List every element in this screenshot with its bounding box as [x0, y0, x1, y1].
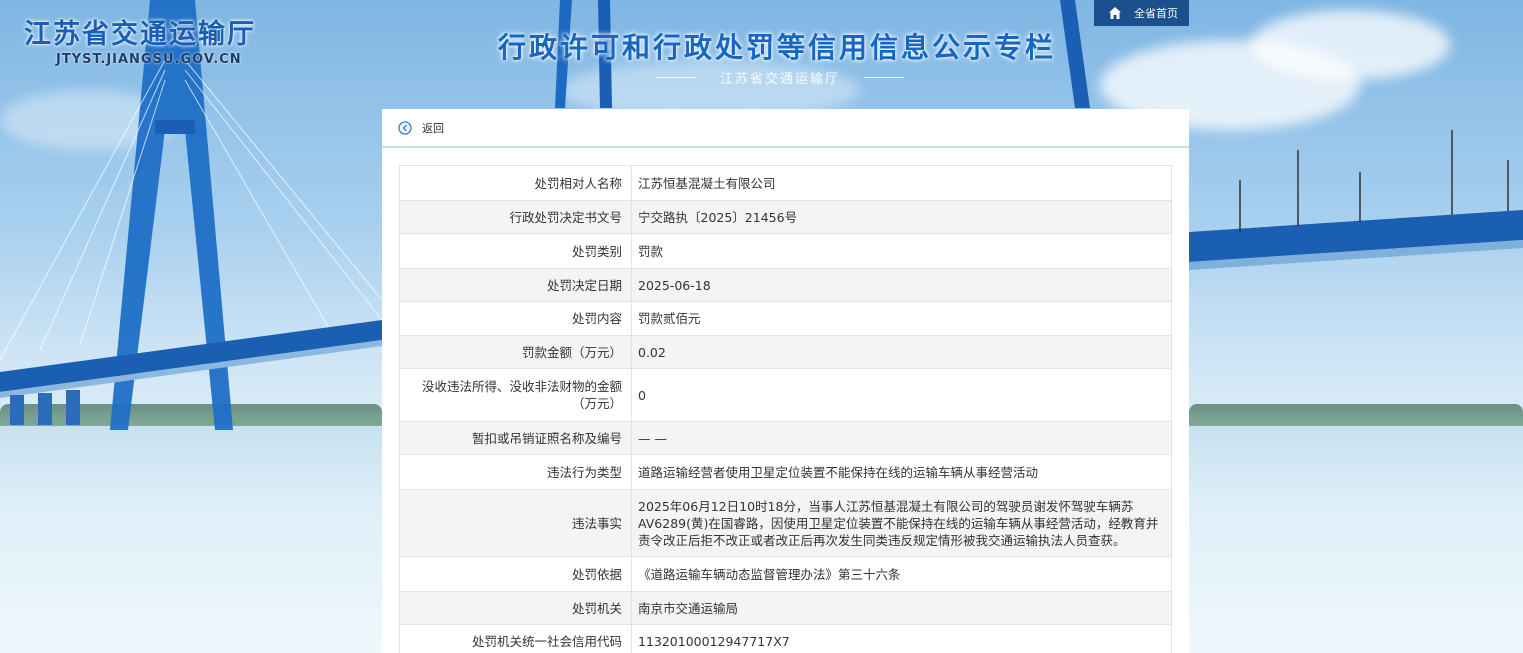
- table-row: 行政处罚决定书文号 宁交路执〔2025〕21456号: [399, 200, 1172, 234]
- table-row: 处罚机关统一社会信用代码 11320100012947717X7: [399, 624, 1172, 653]
- row-value: 0: [631, 368, 1172, 422]
- table-row: 处罚相对人名称 江苏恒基混凝土有限公司: [399, 165, 1172, 201]
- row-value: — —: [631, 421, 1172, 455]
- row-label: 罚款金额（万元）: [399, 335, 632, 369]
- row-label: 处罚机关统一社会信用代码: [399, 624, 632, 653]
- row-label: 处罚类别: [399, 233, 632, 269]
- row-label: 行政处罚决定书文号: [399, 200, 632, 234]
- table-row: 处罚机关 南京市交通运输局: [399, 591, 1172, 625]
- table-row: 罚款金额（万元） 0.02: [399, 335, 1172, 369]
- table-row: 违法事实 2025年06月12日10时18分，当事人江苏恒基混凝土有限公司的驾驶…: [399, 489, 1172, 557]
- row-value: 2025年06月12日10时18分，当事人江苏恒基混凝土有限公司的驾驶员谢发怀驾…: [631, 489, 1172, 557]
- detail-panel: 返回 处罚相对人名称 江苏恒基混凝土有限公司 行政处罚决定书文号 宁交路执〔20…: [382, 109, 1189, 653]
- row-value: 道路运输经营者使用卫星定位装置不能保持在线的运输车辆从事经营活动: [631, 454, 1172, 490]
- row-label: 处罚机关: [399, 591, 632, 625]
- row-label: 处罚相对人名称: [399, 165, 632, 201]
- row-label: 处罚依据: [399, 556, 632, 592]
- back-label: 返回: [422, 121, 444, 135]
- row-value: 南京市交通运输局: [631, 591, 1172, 625]
- home-icon: [1109, 7, 1121, 19]
- banner-subtitle: 江苏省交通运输厅: [656, 68, 904, 87]
- row-label: 暂扣或吊销证照名称及编号: [399, 421, 632, 455]
- penalty-info-table: 处罚相对人名称 江苏恒基混凝土有限公司 行政处罚决定书文号 宁交路执〔2025〕…: [399, 165, 1172, 653]
- site-domain: JTYST.JIANGSU.GOV.CN: [56, 52, 242, 67]
- row-value: 0.02: [631, 335, 1172, 369]
- row-value: 11320100012947717X7: [631, 624, 1172, 653]
- row-value: 江苏恒基混凝土有限公司: [631, 165, 1172, 201]
- table-row: 处罚依据 《道路运输车辆动态监督管理办法》第三十六条: [399, 556, 1172, 592]
- row-value: 2025-06-18: [631, 268, 1172, 302]
- home-link[interactable]: 全省首页: [1094, 0, 1189, 26]
- table-row: 没收违法所得、没收非法财物的金额（万元） 0: [399, 368, 1172, 422]
- row-label: 没收违法所得、没收非法财物的金额（万元）: [399, 368, 632, 422]
- row-label: 违法事实: [399, 489, 632, 557]
- back-link[interactable]: 返回: [382, 109, 1189, 148]
- table-row: 处罚决定日期 2025-06-18: [399, 268, 1172, 302]
- row-value: 罚款: [631, 233, 1172, 269]
- row-value: 宁交路执〔2025〕21456号: [631, 200, 1172, 234]
- table-row: 处罚类别 罚款: [399, 233, 1172, 269]
- row-label: 处罚内容: [399, 301, 632, 336]
- row-label: 违法行为类型: [399, 454, 632, 490]
- back-arrow-icon: [398, 120, 412, 135]
- banner-title: 行政许可和行政处罚等信用信息公示专栏: [498, 31, 1057, 64]
- table-row: 处罚内容 罚款贰佰元: [399, 301, 1172, 336]
- row-value: 《道路运输车辆动态监督管理办法》第三十六条: [631, 556, 1172, 592]
- row-label: 处罚决定日期: [399, 268, 632, 302]
- table-row: 暂扣或吊销证照名称及编号 — —: [399, 421, 1172, 455]
- table-row: 违法行为类型 道路运输经营者使用卫星定位装置不能保持在线的运输车辆从事经营活动: [399, 454, 1172, 490]
- site-title: 江苏省交通运输厅: [24, 19, 256, 50]
- home-link-label: 全省首页: [1134, 7, 1178, 20]
- row-value: 罚款贰佰元: [631, 301, 1172, 336]
